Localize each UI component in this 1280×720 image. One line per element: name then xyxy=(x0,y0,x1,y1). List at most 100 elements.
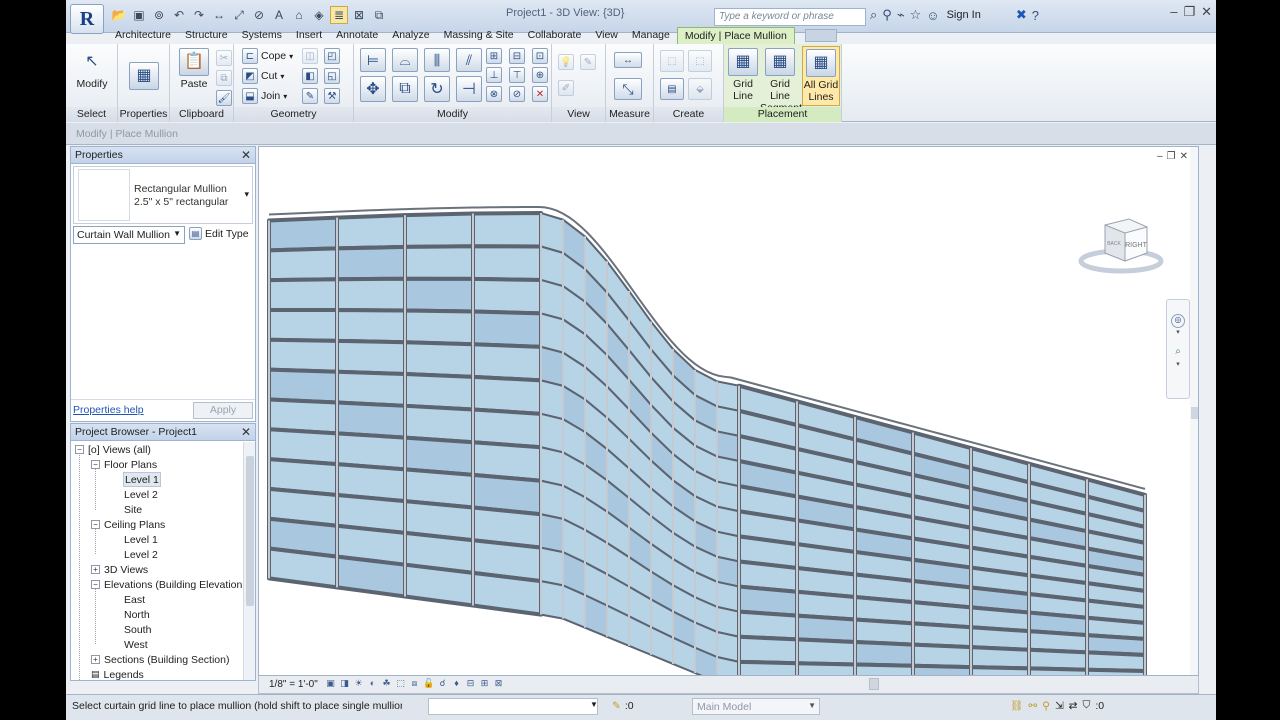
sync-icon[interactable]: ⊚ xyxy=(150,6,168,24)
zoom-icon[interactable]: ⌕ xyxy=(1171,346,1185,360)
paste-button[interactable]: 📋 Paste xyxy=(176,48,212,90)
help-icon[interactable]: ? xyxy=(1032,8,1039,23)
scroll-thumb[interactable] xyxy=(246,456,254,606)
unpin-icon[interactable]: ⊗ xyxy=(486,86,502,102)
mirror-axis-icon[interactable]: ⫼ xyxy=(424,48,450,72)
expand-icon[interactable]: + xyxy=(91,655,100,664)
select-links-icon[interactable]: ⛓ xyxy=(1010,699,1023,712)
curtain-panel[interactable] xyxy=(335,213,407,251)
curtain-panel[interactable] xyxy=(1027,666,1089,676)
curtain-panel[interactable] xyxy=(471,276,543,316)
reveal-hidden-icon[interactable]: ♦ xyxy=(451,678,462,689)
tree-node-fp-level-2[interactable]: Level 2 xyxy=(124,487,158,502)
thin-lines-icon[interactable]: ≣ xyxy=(330,6,348,24)
curtain-panel[interactable] xyxy=(471,309,543,349)
grid-line-segment-button[interactable]: ▦ Grid Line Segment xyxy=(760,48,802,114)
measure-distance-icon[interactable]: ↔ xyxy=(614,52,642,68)
offset-icon[interactable]: ⌓ xyxy=(392,48,418,72)
create-group-icon[interactable]: ▤ xyxy=(660,78,684,100)
collapse-icon[interactable]: − xyxy=(91,520,100,529)
design-option-dropdown[interactable]: Main Model ▼ xyxy=(692,698,820,715)
create-parts-icon[interactable]: ⬚ xyxy=(688,50,712,72)
curtain-panel[interactable] xyxy=(471,244,543,282)
unlocked-view-icon[interactable]: 🔓 xyxy=(423,678,434,689)
select-by-face-icon[interactable]: ⇲ xyxy=(1055,700,1064,712)
close-icon[interactable]: ✕ xyxy=(241,148,251,162)
tree-node-legends[interactable]: ▤ Legends xyxy=(91,667,144,681)
select-pinned-icon[interactable]: ⚲ xyxy=(1042,700,1050,712)
properties-button[interactable]: ▦ xyxy=(124,48,164,92)
tab-view[interactable]: View xyxy=(588,27,625,44)
sun-path-icon[interactable]: ☀ xyxy=(353,678,364,689)
cut-clipboard-icon[interactable]: ✂ xyxy=(216,50,232,66)
crop-view-icon[interactable]: ⬚ xyxy=(395,678,406,689)
cope-button[interactable]: ⊏ Cope ▾ xyxy=(242,48,293,64)
tab-modify-place-mullion[interactable]: Modify | Place Mullion xyxy=(676,27,795,44)
curtain-panel[interactable] xyxy=(540,580,564,620)
curtain-panel[interactable] xyxy=(471,342,543,383)
open-icon[interactable]: 📂 xyxy=(110,6,128,24)
curtain-panel[interactable] xyxy=(969,665,1031,676)
curtain-panel[interactable] xyxy=(267,546,339,590)
sign-in-link[interactable]: Sign In xyxy=(947,9,981,21)
apply-button[interactable]: Apply xyxy=(193,402,253,419)
collapse-icon[interactable]: − xyxy=(91,580,100,589)
tree-node-site[interactable]: Site xyxy=(124,502,142,517)
save-icon[interactable]: ▣ xyxy=(130,6,148,24)
curtain-panel[interactable] xyxy=(795,661,857,676)
3d-view-icon[interactable]: ⌂ xyxy=(290,6,308,24)
lock-icon[interactable]: ⊘ xyxy=(509,86,525,102)
text-icon[interactable]: A xyxy=(270,6,288,24)
copy-clipboard-icon[interactable]: ⧉ xyxy=(216,70,232,86)
curtain-wall-model[interactable] xyxy=(259,147,1190,676)
pin-icon[interactable]: ⊕ xyxy=(532,67,548,83)
curtain-panel[interactable] xyxy=(335,244,407,282)
curtain-panel[interactable] xyxy=(267,215,339,253)
view-scale[interactable]: 1/8" = 1'-0" xyxy=(269,679,318,690)
properties-help-link[interactable]: Properties help xyxy=(73,404,144,416)
rotate-icon[interactable]: ↻ xyxy=(424,76,450,102)
split-face-icon[interactable]: ◧ xyxy=(302,68,318,84)
viewcube-corner-label[interactable]: BACK xyxy=(1107,241,1121,247)
minimize-icon[interactable]: – xyxy=(1170,4,1177,20)
curtain-panel[interactable] xyxy=(911,642,973,670)
scroll-thumb[interactable] xyxy=(1191,407,1198,419)
favorites-star-icon[interactable]: ☆ xyxy=(910,7,922,23)
filter-icon[interactable]: ⛉ xyxy=(1082,699,1090,712)
curtain-panel[interactable] xyxy=(403,372,475,412)
horizontal-scroll-thumb[interactable] xyxy=(869,678,879,690)
curtain-panel[interactable] xyxy=(540,446,564,487)
exchange-icon[interactable]: ✖ xyxy=(1016,7,1027,23)
trim-icon[interactable]: ⊥ xyxy=(486,67,502,83)
trim-extend-icon[interactable]: ⊣ xyxy=(456,76,482,102)
edit-type-button[interactable]: ▤ Edit Type xyxy=(189,227,249,240)
modify-button[interactable]: ↖ Modify xyxy=(74,48,110,91)
tree-node-fp-level-1[interactable]: Level 1 xyxy=(123,472,161,487)
close-icon[interactable]: ✕ xyxy=(1180,151,1188,162)
tab-massing-site[interactable]: Massing & Site xyxy=(437,27,521,44)
copy-icon[interactable]: ⧉ xyxy=(392,76,418,102)
align-icon[interactable]: ⊨ xyxy=(360,48,386,72)
chevron-down-icon[interactable]: ▾ xyxy=(1167,360,1189,368)
curtain-panel[interactable] xyxy=(403,308,475,347)
delete-icon[interactable]: ✕ xyxy=(532,86,548,102)
tab-architecture[interactable]: Architecture xyxy=(108,27,178,44)
restore-icon[interactable]: ❐ xyxy=(1183,4,1195,20)
tab-analyze[interactable]: Analyze xyxy=(385,27,436,44)
type-selector[interactable]: Rectangular Mullion 2.5" x 5" rectangula… xyxy=(73,166,253,224)
close-hidden-icon[interactable]: ⊠ xyxy=(350,6,368,24)
tree-node-3d-views[interactable]: +3D Views xyxy=(91,562,148,577)
collapse-icon[interactable]: − xyxy=(91,460,100,469)
curtain-panel[interactable] xyxy=(540,546,564,587)
curtain-panel[interactable] xyxy=(403,211,475,249)
highlight-displacement-icon[interactable]: ⊠ xyxy=(493,678,504,689)
scale-icon[interactable]: ⊡ xyxy=(532,48,548,64)
curtain-panel[interactable] xyxy=(540,345,564,387)
tree-node-floor-plans[interactable]: − Floor Plans xyxy=(91,457,157,472)
steering-wheel-icon[interactable]: ◎ xyxy=(1171,314,1185,328)
close-icon[interactable]: ✕ xyxy=(241,425,251,439)
tree-node-north[interactable]: North xyxy=(124,607,150,622)
override-graphics-icon[interactable]: ✎ xyxy=(580,54,596,70)
curtain-panel[interactable] xyxy=(853,639,915,668)
tree-node-sections[interactable]: + Sections (Building Section) xyxy=(91,652,229,667)
